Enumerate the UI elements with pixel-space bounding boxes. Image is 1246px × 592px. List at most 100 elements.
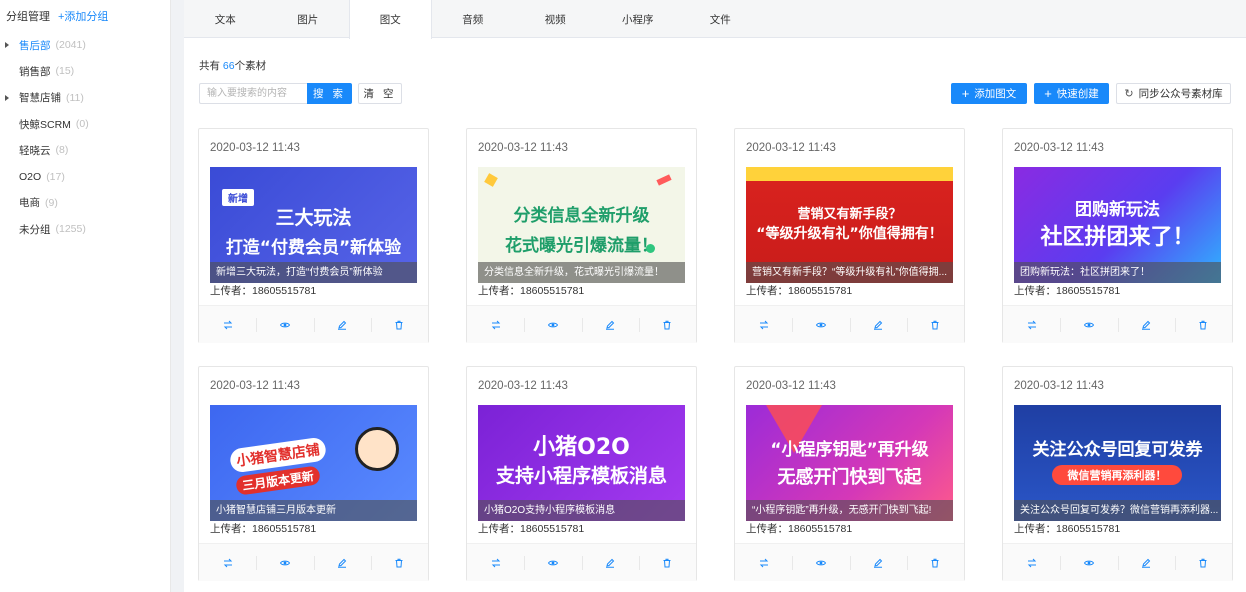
material-total: 共有 66个素材 <box>199 58 266 73</box>
card-thumbnail[interactable]: 小猪智慧店铺 三月版本更新 小猪智慧店铺三月版本更新 <box>210 405 417 521</box>
preview-button[interactable] <box>256 544 313 581</box>
news-card[interactable]: 2020-03-12 11:43 分类信息全新升级 花式曝光引爆流量！ 分类信息… <box>466 128 697 343</box>
card-thumbnail[interactable]: 关注公众号回复可发券 微信营销再添利器！ 关注公众号回复可发券？微信营销再添利器… <box>1014 405 1221 521</box>
news-card[interactable]: 2020-03-12 11:43 小猪智慧店铺 三月版本更新 小猪智慧店铺三月版… <box>198 366 429 581</box>
card-thumbnail[interactable]: 分类信息全新升级 花式曝光引爆流量！ 分类信息全新升级，花式曝光引爆流量！ <box>478 167 685 283</box>
edit-button[interactable] <box>581 544 639 581</box>
sidebar-item-sales[interactable]: 销售部 (15) <box>0 58 170 84</box>
card-date: 2020-03-12 11:43 <box>746 380 836 392</box>
preview-button[interactable] <box>524 306 581 343</box>
news-card[interactable]: 2020-03-12 11:43 团购新玩法 社区拼团来了！ 团购新玩法：社区拼… <box>1002 128 1233 343</box>
delete-button[interactable] <box>1174 544 1232 581</box>
move-button[interactable] <box>735 544 792 581</box>
sidebar-item-smart-store[interactable]: 智慧店铺 (11) <box>0 85 170 111</box>
delete-button[interactable] <box>906 306 964 343</box>
pencil-icon <box>606 320 615 330</box>
card-thumbnail[interactable]: 团购新玩法 社区拼团来了！ 团购新玩法：社区拼团来了！ <box>1014 167 1221 283</box>
card-caption: 团购新玩法：社区拼团来了！ <box>1014 262 1221 283</box>
edit-button[interactable] <box>581 306 639 343</box>
card-caption: “小程序钥匙”再升级，无感开门快到飞起! <box>746 500 953 521</box>
sidebar-item-ecommerce[interactable]: 电商 (9) <box>0 190 170 216</box>
add-group-link[interactable]: +添加分组 <box>58 8 108 24</box>
sync-library-button[interactable]: ↻ 同步公众号素材库 <box>1116 83 1231 104</box>
delete-button[interactable] <box>1174 306 1232 343</box>
quick-create-button[interactable]: + 快速创建 <box>1034 83 1109 104</box>
tab-video[interactable]: 视频 <box>514 0 597 38</box>
group-label: 售后部 <box>19 39 51 52</box>
move-button[interactable] <box>199 306 256 343</box>
tab-mini-program[interactable]: 小程序 <box>597 0 680 38</box>
edit-button[interactable] <box>849 544 907 581</box>
card-thumbnail[interactable]: 新增 三大玩法 打造“付费会员”新体验 新增三大玩法，打造“付费会员”新体验 <box>210 167 417 283</box>
news-card[interactable]: 2020-03-12 11:43 小猪O2O 支持小程序模板消息 小猪O2O支持… <box>466 366 697 581</box>
edit-button[interactable] <box>313 306 371 343</box>
move-button[interactable] <box>199 544 256 581</box>
preview-button[interactable] <box>792 306 849 343</box>
thumb-subline: “等级升级有礼”你值得拥有！ <box>756 226 943 242</box>
delete-button[interactable] <box>906 544 964 581</box>
card-thumbnail[interactable]: 营销又有新手段？ “等级升级有礼”你值得拥有！ 营销又有新手段？“等级升级有礼”… <box>746 167 953 283</box>
tab-file[interactable]: 文件 <box>679 0 762 38</box>
card-uploader: 上传者：18605515781 <box>746 523 853 535</box>
card-thumbnail[interactable]: 小猪O2O 支持小程序模板消息 小猪O2O支持小程序模板消息 <box>478 405 685 521</box>
card-caption: 营销又有新手段？“等级升级有礼”你值得拥... <box>746 262 953 283</box>
sidebar-item-qingxiaoyun[interactable]: 轻晓云 (8) <box>0 137 170 163</box>
sidebar-header: 分组管理 +添加分组 <box>0 0 170 32</box>
tab-text[interactable]: 文本 <box>184 0 267 38</box>
caret-right-icon[interactable] <box>5 42 9 49</box>
search-button[interactable]: 搜 索 <box>307 83 352 104</box>
group-count: (2041) <box>55 39 86 52</box>
thumb-headline: 三大玩法 <box>275 207 352 229</box>
delete-button[interactable] <box>638 306 696 343</box>
edit-button[interactable] <box>1117 544 1175 581</box>
edit-button[interactable] <box>313 544 371 581</box>
group-label: 轻晓云 <box>19 144 51 157</box>
card-actions <box>735 543 964 581</box>
news-card[interactable]: 2020-03-12 11:43 关注公众号回复可发券 微信营销再添利器！ 关注… <box>1002 366 1233 581</box>
move-button[interactable] <box>467 306 524 343</box>
sidebar-item-after-sales[interactable]: 售后部 (2041) <box>0 32 170 58</box>
add-news-label: 添加图文 <box>974 88 1017 100</box>
edit-button[interactable] <box>849 306 907 343</box>
add-news-button[interactable]: + 添加图文 <box>951 83 1027 104</box>
preview-button[interactable] <box>256 306 313 343</box>
thumb-subline: 花式曝光引爆流量！ <box>505 236 658 256</box>
delete-button[interactable] <box>370 544 428 581</box>
group-count: (17) <box>46 170 65 183</box>
search-input[interactable] <box>199 83 307 104</box>
caret-right-icon[interactable] <box>5 94 9 101</box>
preview-button[interactable] <box>1060 306 1117 343</box>
trash-icon <box>931 320 939 329</box>
card-date: 2020-03-12 11:43 <box>1014 380 1104 392</box>
preview-button[interactable] <box>792 544 849 581</box>
move-button[interactable] <box>735 306 792 343</box>
swap-icon <box>223 558 232 567</box>
delete-button[interactable] <box>638 544 696 581</box>
sidebar-item-o2o[interactable]: O2O (17) <box>0 163 170 189</box>
news-card[interactable]: 2020-03-12 11:43 “小程序钥匙”再升级 无感开门快到飞起 “小程… <box>734 366 965 581</box>
news-card[interactable]: 2020-03-12 11:43 营销又有新手段？ “等级升级有礼”你值得拥有！… <box>734 128 965 343</box>
sync-label: 同步公众号素材库 <box>1138 88 1223 100</box>
edit-button[interactable] <box>1117 306 1175 343</box>
pencil-icon <box>874 558 883 568</box>
tab-news[interactable]: 图文 <box>349 0 432 39</box>
move-button[interactable] <box>467 544 524 581</box>
preview-button[interactable] <box>524 544 581 581</box>
sidebar-item-scrm[interactable]: 快鲸SCRM (0) <box>0 111 170 137</box>
clown-mascot <box>355 427 399 471</box>
swap-icon <box>1027 558 1036 567</box>
sidebar-item-ungrouped[interactable]: 未分组 (1255) <box>0 216 170 242</box>
material-tabs: 文本 图片 图文 音频 视频 小程序 文件 <box>184 0 1246 39</box>
clear-button[interactable]: 清 空 <box>358 83 402 104</box>
tab-audio[interactable]: 音频 <box>432 0 515 38</box>
group-count: (1255) <box>55 223 86 236</box>
trash-icon <box>931 558 939 567</box>
preview-button[interactable] <box>1060 544 1117 581</box>
move-button[interactable] <box>1003 544 1060 581</box>
card-uploader: 上传者：18605515781 <box>1014 285 1121 297</box>
delete-button[interactable] <box>370 306 428 343</box>
card-thumbnail[interactable]: “小程序钥匙”再升级 无感开门快到飞起 “小程序钥匙”再升级，无感开门快到飞起! <box>746 405 953 521</box>
move-button[interactable] <box>1003 306 1060 343</box>
tab-image[interactable]: 图片 <box>267 0 350 38</box>
news-card[interactable]: 2020-03-12 11:43 新增 三大玩法 打造“付费会员”新体验 新增三… <box>198 128 429 343</box>
